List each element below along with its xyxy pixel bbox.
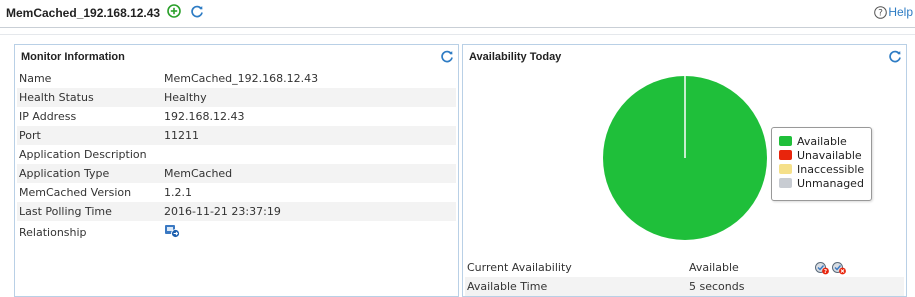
relationship-icon[interactable] — [164, 224, 180, 238]
info-value: 2016-11-21 23:37:19 — [164, 205, 281, 218]
info-row-application-description: Application Description — [17, 145, 456, 164]
legend-swatch — [779, 150, 792, 160]
info-label: Application Description — [19, 148, 147, 161]
info-value: MemCached — [164, 167, 233, 180]
availability-pie-chart — [602, 75, 768, 241]
availability-row-current: Current Availability Available ? — [465, 258, 904, 277]
availability-stop-icon[interactable] — [831, 261, 847, 275]
info-value: 192.168.12.43 — [164, 110, 245, 123]
chart-legend: Available Unavailable Inaccessible Unman… — [771, 127, 872, 201]
info-row-application-type: Application Type MemCached — [17, 164, 456, 183]
availability-today-panel: Availability Today Available Unavailable… — [462, 44, 907, 297]
legend-item-available[interactable]: Available — [779, 134, 871, 148]
health-check-icon[interactable]: ? — [814, 261, 830, 275]
availability-value: Available — [689, 261, 739, 274]
monitor-information-title: Monitor Information — [21, 51, 125, 63]
info-label: Port — [19, 129, 41, 142]
availability-actions: ? — [814, 261, 847, 275]
monitor-information-panel: Monitor Information Name MemCached_192.1… — [14, 44, 459, 297]
info-value — [164, 224, 456, 241]
availability-table: Current Availability Available ? Availab… — [465, 258, 904, 296]
info-label: Last Polling Time — [19, 205, 112, 218]
legend-label: Available — [797, 134, 847, 148]
legend-swatch — [779, 164, 792, 174]
info-label: Health Status — [19, 91, 94, 104]
refresh-icon[interactable] — [440, 49, 454, 63]
info-row-name: Name MemCached_192.168.12.43 — [17, 69, 456, 88]
monitor-info-table: Name MemCached_192.168.12.43 Health Stat… — [17, 69, 456, 243]
info-value: 11211 — [164, 129, 199, 142]
info-row-port: Port 11211 — [17, 126, 456, 145]
help-icon: ? — [874, 5, 888, 19]
legend-label: Unmanaged — [797, 176, 864, 190]
availability-label: Available Time — [467, 280, 548, 293]
info-value: 1.2.1 — [164, 186, 192, 199]
page-title: MemCached_192.168.12.43 — [6, 6, 161, 20]
info-row-health-status: Health Status Healthy — [17, 88, 456, 107]
info-label: Name — [19, 72, 52, 85]
header-divider — [0, 34, 915, 35]
legend-label: Inaccessible — [797, 162, 865, 176]
legend-item-unavailable[interactable]: Unavailable — [779, 148, 871, 162]
refresh-icon[interactable] — [190, 4, 204, 18]
info-row-ip-address: IP Address 192.168.12.43 — [17, 107, 456, 126]
info-row-relationship: Relationship — [17, 221, 456, 243]
legend-swatch — [779, 136, 792, 146]
svg-text:?: ? — [824, 269, 827, 275]
availability-pie-svg — [603, 76, 767, 240]
availability-label: Current Availability — [467, 261, 572, 274]
availability-row-time: Available Time 5 seconds — [465, 277, 904, 296]
info-row-last-polling-time: Last Polling Time 2016-11-21 23:37:19 — [17, 202, 456, 221]
info-label: IP Address — [19, 110, 77, 123]
legend-swatch — [779, 178, 792, 188]
legend-item-inaccessible[interactable]: Inaccessible — [779, 162, 871, 176]
page-header: MemCached_192.168.12.43 ? Help — [0, 0, 915, 28]
availability-value: 5 seconds — [689, 280, 745, 293]
legend-item-unmanaged[interactable]: Unmanaged — [779, 176, 871, 190]
help-label[interactable]: Help — [888, 5, 913, 19]
add-icon[interactable] — [167, 4, 181, 18]
info-row-memcached-version: MemCached Version 1.2.1 — [17, 183, 456, 202]
availability-today-title: Availability Today — [469, 51, 562, 63]
refresh-icon[interactable] — [888, 49, 902, 63]
help-link[interactable]: ? Help — [874, 5, 913, 19]
info-value: MemCached_192.168.12.43 — [164, 72, 319, 85]
info-label: Relationship — [19, 225, 87, 239]
info-label: Application Type — [19, 167, 110, 180]
svg-text:?: ? — [878, 8, 883, 18]
legend-label: Unavailable — [797, 148, 862, 162]
info-value: Healthy — [164, 91, 207, 104]
info-label: MemCached Version — [19, 186, 132, 199]
